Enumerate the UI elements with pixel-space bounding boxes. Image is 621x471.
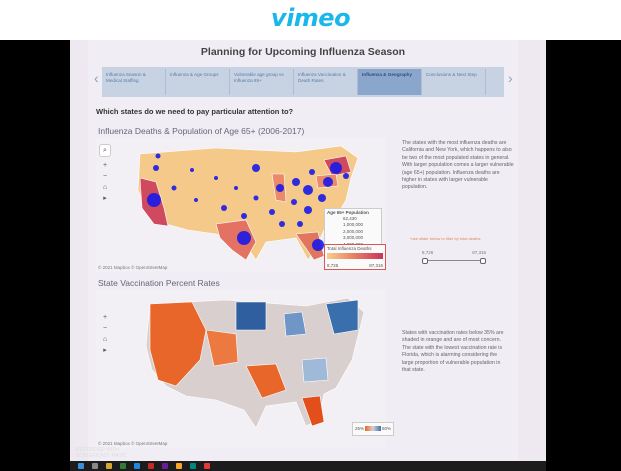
tab-geography[interactable]: Influenza & Geography [358,69,422,95]
screencast-watermark: RECORDED WITH SCREENCAST MATIC [76,447,127,459]
tab-vulnerable[interactable]: Vulnerable age group vs Influenza 65+ [230,69,294,95]
tab-vaccination[interactable]: Influenza Vaccination & Death Rates [294,69,358,95]
state-dakotas-blue [235,301,267,331]
vaccination-legend: 25% 50% [352,422,394,436]
tableau-dashboard: Planning for Upcoming Influenza Season ‹… [88,40,518,461]
slider-max-handle[interactable] [480,258,486,264]
app-icon[interactable] [204,463,210,469]
app-icon[interactable] [190,463,196,469]
search-icon[interactable] [92,463,98,469]
map2-description: States with vaccination rates below 35% … [402,330,504,374]
prev-arrow-icon[interactable]: ‹ [94,70,99,86]
map2-svg [145,297,365,429]
story-tabs: Influenza Season & Medical Staffing Infl… [102,67,504,97]
app-icon[interactable] [176,463,182,469]
color-legend-ramp [327,253,383,259]
filter-note: *use slider below to filter by total dea… [410,236,481,241]
slider-min-label: 8,726 [422,250,434,255]
map1-description: The states with the most influenza death… [402,140,514,191]
map1-credit: © 2021 Mapbox © OpenStreetMap [98,265,168,270]
vimeo-header: vimeo [0,0,621,40]
slider-max-label: 87,316 [472,250,486,255]
color-legend-max: 87,316 [369,263,383,268]
question-heading: Which states do we need to pay particula… [96,107,294,116]
watermark-line2: SCREENCAST MATIC [76,453,127,459]
influenza-deaths-map[interactable]: ⌕ + − ⌂ ▸ Age 65+ Population 62,430 1,00… [96,138,386,272]
deaths-slider[interactable]: 8,726 87,316 [422,250,486,264]
slider-min-handle[interactable] [422,258,428,264]
start-icon[interactable] [78,463,84,469]
size-legend-title: Age 65+ Population [327,210,369,215]
app-icon[interactable] [134,463,140,469]
vimeo-logo[interactable]: vimeo [0,4,621,32]
map2-credit: © 2021 Mapbox © OpenStreetMap [98,441,168,446]
vaccination-map[interactable]: + − ⌂ ▸ 25% 50% © 2021 Mapbox © OpenStre… [96,290,394,448]
tab-age-groups[interactable]: Influenza & Age Groups [166,69,230,95]
app-icon[interactable] [148,463,154,469]
vaccination-legend-max: 50% [381,426,391,431]
folder-icon[interactable] [106,463,112,469]
next-arrow-icon[interactable]: › [508,70,513,86]
state-southeast-blue [301,357,329,383]
tab-staffing[interactable]: Influenza Season & Medical Staffing [102,69,166,95]
state-midwest-blue [283,311,307,337]
taskbar [70,461,546,471]
app-icon[interactable] [162,463,168,469]
vaccination-legend-min: 25% [355,426,365,431]
color-legend-title: Total Influenza Deaths [327,246,372,251]
map1-title: Influenza Deaths & Population of Age 65+… [98,126,305,136]
color-legend: Total Influenza Deaths 8,725 87,316 [324,244,386,270]
tab-conclusions[interactable]: Conclusions & Next Step [422,69,486,95]
video-frame: Planning for Upcoming Influenza Season ‹… [70,40,546,461]
map2-title: State Vaccination Percent Rates [98,278,220,288]
dashboard-title: Planning for Upcoming Influenza Season [200,46,406,58]
app-icon[interactable] [120,463,126,469]
color-legend-min: 8,725 [327,263,339,268]
vaccination-legend-ramp [365,426,381,431]
